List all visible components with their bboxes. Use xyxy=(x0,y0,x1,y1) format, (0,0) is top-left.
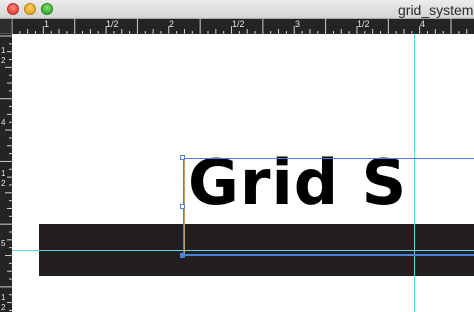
vertical-ruler[interactable]: 1 2 4 1 2 5 1 2 xyxy=(0,34,12,312)
ruler-label: 2 xyxy=(169,19,175,29)
ruler-label: 1 xyxy=(44,19,50,29)
ruler-label: 2 xyxy=(1,303,6,312)
ruler-label: 1 xyxy=(1,169,6,178)
ruler-label: 1/2 xyxy=(357,19,370,29)
document-canvas[interactable]: Grid S xyxy=(12,34,474,312)
ruler-label: 5 xyxy=(1,239,6,248)
minimize-button[interactable] xyxy=(24,3,36,15)
ruler-label: 2 xyxy=(1,56,6,65)
ruler-label: 1 xyxy=(1,293,6,302)
window-titlebar[interactable]: grid_systems xyxy=(0,0,474,19)
ruler-label: 4 xyxy=(1,118,6,127)
zoom-button[interactable] xyxy=(41,3,53,15)
window-title: grid_systems xyxy=(398,2,474,18)
close-button[interactable] xyxy=(7,3,19,15)
ruler-origin-corner[interactable] xyxy=(0,19,12,34)
text-frame-selection[interactable] xyxy=(183,158,474,255)
ruler-label: 1/2 xyxy=(232,19,245,29)
horizontal-ruler[interactable]: 1 1/2 2 1/2 3 1/2 4 xyxy=(0,19,474,34)
selection-handle-middle-left[interactable] xyxy=(180,204,185,209)
text-frame-baseline xyxy=(183,255,474,256)
ruler-label: 3 xyxy=(295,19,301,29)
ruler-label: 1/2 xyxy=(106,19,119,29)
ruler-label: 4 xyxy=(420,19,426,29)
selection-handle-top-left[interactable] xyxy=(180,155,185,160)
ruler-label: 2 xyxy=(1,179,6,188)
selection-handle-bottom-left[interactable] xyxy=(180,253,185,258)
ruler-label: 1 xyxy=(1,46,6,55)
